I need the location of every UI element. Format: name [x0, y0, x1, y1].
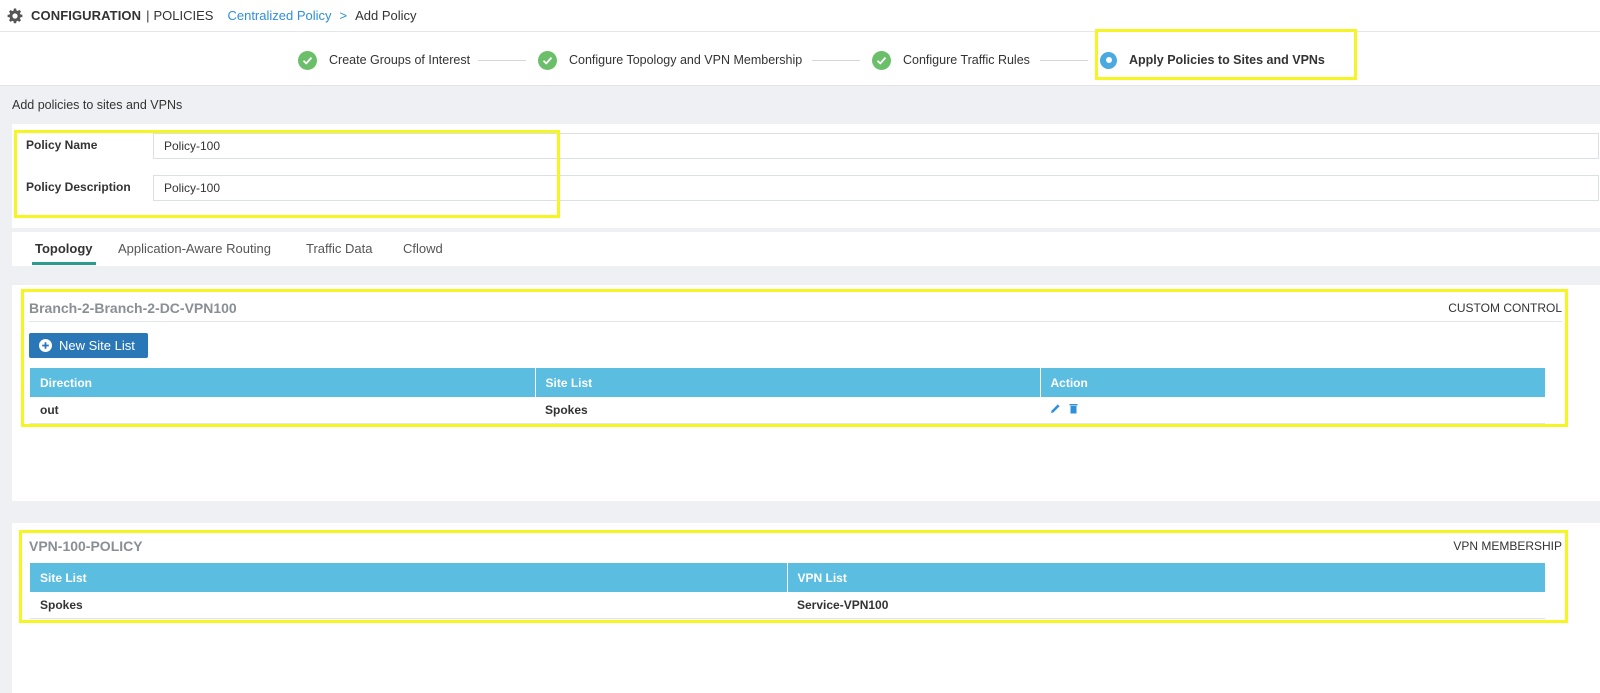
- breadcrumb-arrow: >: [339, 8, 348, 23]
- panel-title: VPN-100-POLICY: [29, 538, 143, 554]
- new-site-list-label: New Site List: [59, 338, 135, 353]
- trash-icon[interactable]: [1069, 403, 1078, 417]
- policy-tabs: Topology Application-Aware Routing Traff…: [12, 232, 1600, 266]
- tab-traffic-data[interactable]: Traffic Data: [306, 241, 372, 256]
- wizard-step-label: Create Groups of Interest: [329, 53, 471, 67]
- new-site-list-button[interactable]: New Site List: [29, 333, 148, 358]
- wizard-connector: [478, 60, 526, 61]
- panel-divider: [29, 321, 1562, 322]
- column-header-vpn-list[interactable]: VPN List: [787, 563, 1546, 592]
- wizard-steps: Create Groups of Interest Configure Topo…: [0, 32, 1600, 86]
- plus-circle-icon: [39, 339, 52, 352]
- panel-type-label: VPN MEMBERSHIP: [1453, 539, 1562, 553]
- table-row: Spokes Service-VPN100: [30, 592, 1545, 619]
- wizard-step-configure-topology[interactable]: Configure Topology and VPN Membership: [538, 50, 802, 70]
- gear-icon: [7, 8, 23, 24]
- column-header-action[interactable]: Action: [1040, 368, 1546, 397]
- wizard-step-create-groups[interactable]: Create Groups of Interest: [298, 50, 470, 70]
- cell-site-list: Spokes: [30, 592, 787, 619]
- wizard-connector: [812, 60, 860, 61]
- check-circle-icon: [538, 50, 557, 70]
- breadcrumb-centralized-policy[interactable]: Centralized Policy: [227, 8, 331, 23]
- wizard-step-apply-policies[interactable]: Apply Policies to Sites and VPNs: [1100, 50, 1325, 70]
- pencil-icon[interactable]: [1050, 403, 1061, 417]
- column-header-direction[interactable]: Direction: [30, 368, 536, 397]
- section-heading: Add policies to sites and VPNs: [12, 98, 183, 112]
- breadcrumb-current: Add Policy: [355, 8, 417, 23]
- cell-action: [1040, 397, 1545, 424]
- tab-application-aware-routing[interactable]: Application-Aware Routing: [118, 241, 271, 256]
- check-circle-icon: [298, 50, 317, 70]
- policy-name-input[interactable]: [153, 133, 1599, 159]
- panel-type-label: CUSTOM CONTROL: [1448, 301, 1562, 315]
- policy-description-row: Policy Description: [26, 175, 1599, 201]
- wizard-step-configure-traffic-rules[interactable]: Configure Traffic Rules: [872, 50, 1030, 70]
- table-row: out Spokes: [30, 397, 1545, 424]
- panel-title: Branch-2-Branch-2-DC-VPN100: [29, 300, 237, 316]
- column-header-site-list[interactable]: Site List: [535, 368, 1041, 397]
- policy-name-label: Policy Name: [26, 138, 98, 152]
- cell-site-list: Spokes: [535, 397, 1040, 424]
- table-header-row: Site List VPN List: [30, 563, 1546, 592]
- policy-name-row: Policy Name: [26, 133, 1599, 159]
- policy-description-label: Policy Description: [26, 180, 131, 194]
- site-list-table: Direction Site List Action out Spokes: [30, 368, 1546, 424]
- column-header-site-list[interactable]: Site List: [30, 563, 788, 592]
- title-separator: |: [146, 8, 150, 23]
- wizard-step-label: Configure Topology and VPN Membership: [569, 53, 803, 67]
- cell-direction: out: [30, 397, 535, 424]
- page-title: POLICIES: [153, 8, 214, 23]
- wizard-step-label: Configure Traffic Rules: [903, 53, 1030, 67]
- wizard-connector: [1040, 60, 1088, 61]
- active-tab-indicator: [32, 262, 96, 265]
- check-circle-icon: [872, 50, 891, 70]
- tab-cflowd[interactable]: Cflowd: [403, 241, 443, 256]
- top-header: CONFIGURATION | POLICIES Centralized Pol…: [0, 0, 1600, 32]
- cell-vpn-list: Service-VPN100: [787, 592, 1545, 619]
- table-header-row: Direction Site List Action: [30, 368, 1546, 397]
- policy-description-input[interactable]: [153, 175, 1599, 201]
- policy-form: Policy Name Policy Description: [12, 124, 1600, 228]
- section-title: CONFIGURATION: [31, 8, 142, 23]
- tab-topology[interactable]: Topology: [35, 241, 93, 256]
- vpn-list-table: Site List VPN List Spokes Service-VPN100: [30, 563, 1546, 619]
- radio-current-icon: [1100, 51, 1117, 69]
- wizard-step-label: Apply Policies to Sites and VPNs: [1129, 53, 1325, 67]
